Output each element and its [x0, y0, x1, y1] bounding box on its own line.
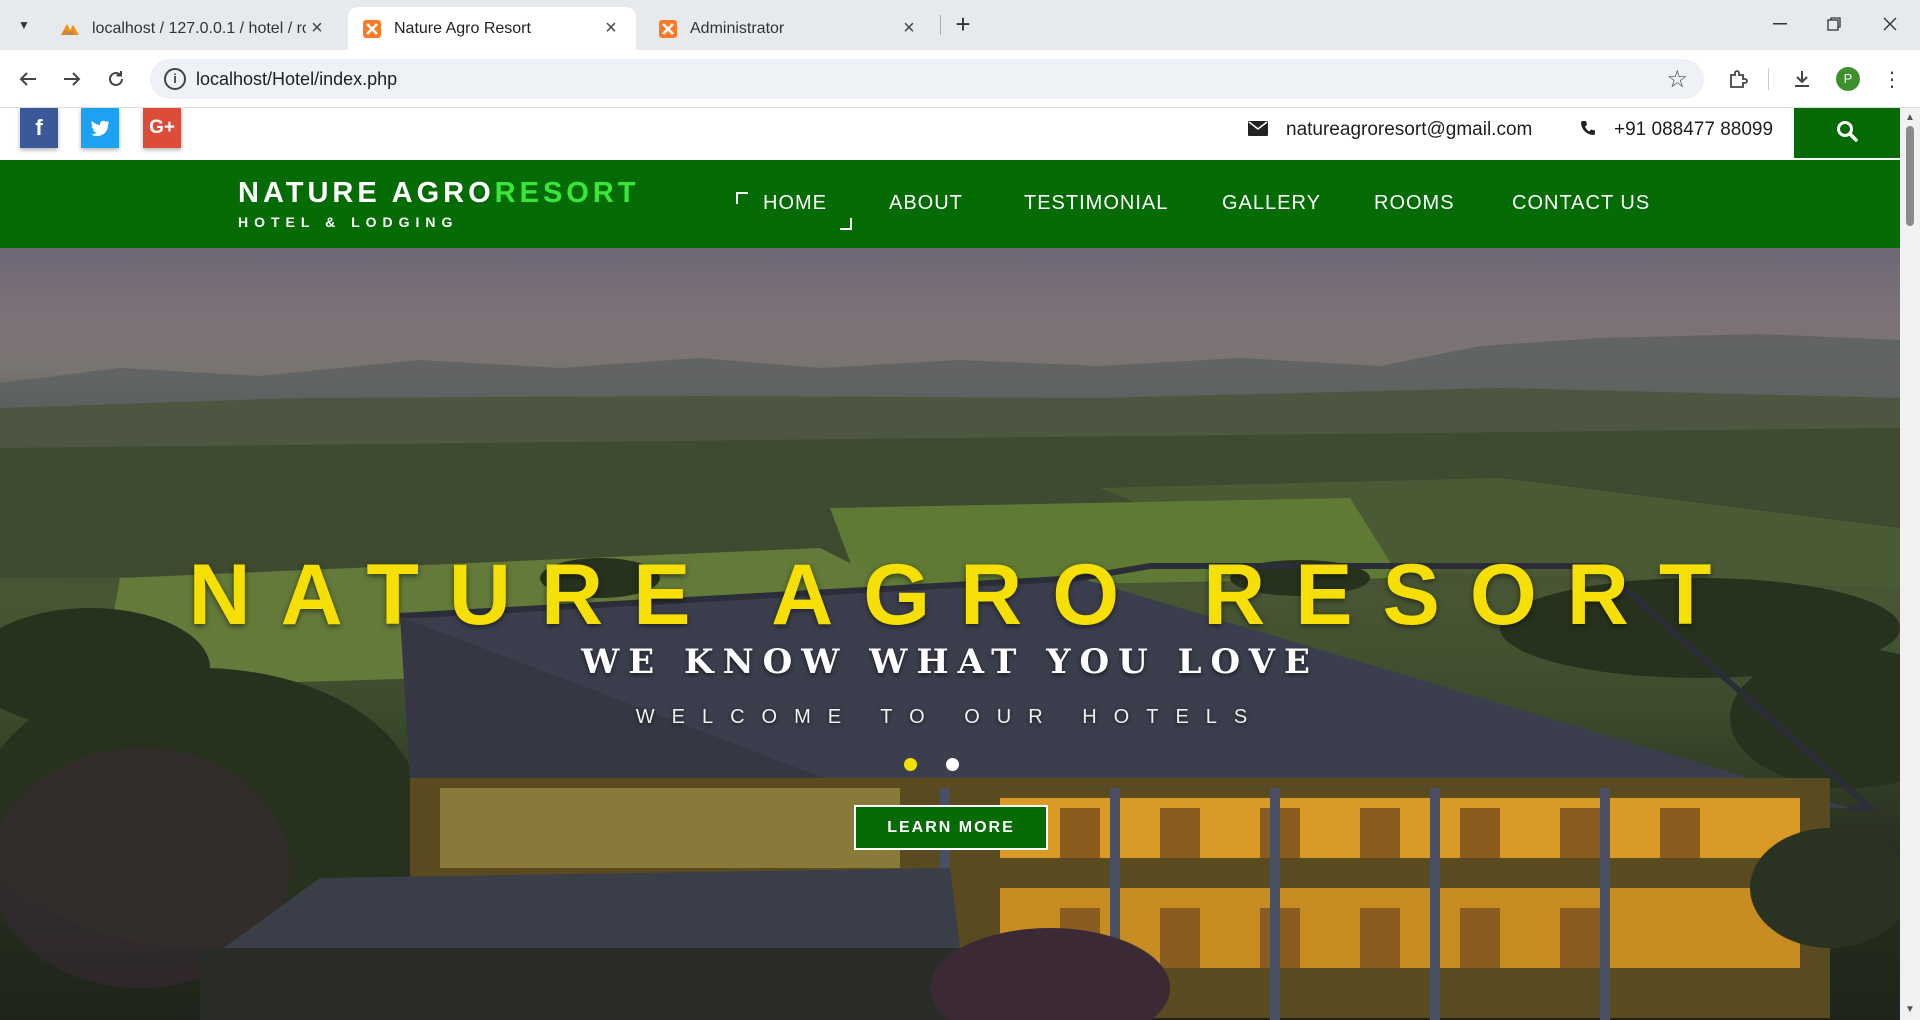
browser-tab-phpmyadmin[interactable]: PMA localhost / 127.0.0.1 / hotel / ro × — [46, 7, 342, 50]
slider-dot-1[interactable] — [904, 758, 917, 771]
nav-rooms[interactable]: ROOMS — [1374, 192, 1455, 215]
restore-window-icon[interactable] — [1806, 8, 1862, 40]
hero-subtitle: WE KNOW WHAT YOU LOVE — [581, 642, 1319, 682]
scrollbar-thumb[interactable] — [1906, 126, 1914, 226]
phone-icon — [1580, 120, 1596, 141]
google-plus-icon[interactable]: G+ — [143, 108, 181, 148]
active-menu-corner-bottom-right — [840, 218, 852, 230]
scroll-up-arrow-icon[interactable]: ▲ — [1905, 112, 1915, 123]
hero-slider: NATURE AGRO RESORT WE KNOW WHAT YOU LOVE… — [0, 248, 1900, 1020]
learn-more-button[interactable]: LEARN MORE — [854, 805, 1048, 850]
page-scrollbar[interactable]: ▲ ▼ — [1900, 108, 1920, 1020]
twitter-icon[interactable] — [81, 108, 119, 148]
slider-dot-2[interactable] — [946, 758, 959, 771]
phone-text: +91 088477 88099 — [1614, 119, 1774, 140]
active-menu-corner-top-left — [736, 192, 748, 204]
browser-tab-nature-agro-resort[interactable]: Nature Agro Resort × — [348, 7, 636, 50]
toolbar-divider — [1768, 68, 1769, 90]
extensions-puzzle-icon[interactable] — [1722, 63, 1754, 95]
minimize-window-icon[interactable] — [1752, 8, 1808, 40]
xampp-icon — [362, 19, 382, 39]
close-window-icon[interactable] — [1862, 8, 1918, 40]
phpmyadmin-icon: PMA — [60, 19, 80, 39]
svg-text:PMA: PMA — [63, 31, 75, 36]
nav-about[interactable]: ABOUT — [889, 192, 963, 215]
xampp-icon — [658, 19, 678, 39]
nav-gallery[interactable]: GALLERY — [1222, 192, 1321, 215]
brand-tagline: HOTEL & LODGING — [238, 214, 459, 230]
tab-title: Nature Agro Resort — [394, 19, 531, 37]
address-bar[interactable]: i localhost/Hotel/index.php ☆ — [150, 59, 1704, 99]
hero-welcome-text: WELCOME TO OUR HOTELS — [635, 706, 1265, 728]
profile-avatar[interactable]: P — [1836, 67, 1860, 91]
email-text: natureagroresort@gmail.com — [1286, 119, 1533, 140]
top-contact-bar: f G+ natureagroresort@gmail.com +91 0884… — [0, 108, 1900, 160]
nav-testimonial[interactable]: TESTIMONIAL — [1024, 192, 1168, 215]
scroll-down-arrow-icon[interactable]: ▼ — [1905, 1004, 1915, 1015]
new-tab-plus-icon[interactable]: + — [948, 10, 978, 40]
browser-tab-bar: ▼ PMA localhost / 127.0.0.1 / hotel / ro… — [0, 0, 1920, 50]
main-navbar: NATURE AGRORESORT HOTEL & LODGING HOME A… — [0, 160, 1900, 248]
reload-icon[interactable] — [100, 63, 132, 95]
browser-tab-administrator[interactable]: Administrator × — [644, 7, 934, 50]
bookmark-star-icon[interactable]: ☆ — [1666, 65, 1688, 94]
kebab-menu-icon[interactable]: ⋮ — [1876, 63, 1908, 95]
tab-title: localhost / 127.0.0.1 / hotel / ro — [92, 19, 306, 37]
brand-name-part1: NATURE AGRO — [238, 177, 495, 209]
forward-arrow-icon[interactable] — [56, 63, 88, 95]
contact-email[interactable]: natureagroresort@gmail.com — [1248, 119, 1532, 141]
brand-name: NATURE AGRORESORT — [238, 177, 640, 210]
back-arrow-icon[interactable] — [12, 63, 44, 95]
page-viewport: f G+ natureagroresort@gmail.com +91 0884… — [0, 108, 1920, 1020]
close-tab-icon[interactable]: × — [306, 17, 328, 40]
tab-search-chevron-icon[interactable]: ▼ — [10, 12, 38, 38]
envelope-icon — [1248, 120, 1268, 141]
search-button[interactable] — [1794, 108, 1900, 158]
brand-name-part2: RESORT — [494, 177, 640, 209]
nav-contact-us[interactable]: CONTACT US — [1512, 192, 1650, 215]
browser-toolbar: i localhost/Hotel/index.php ☆ ⋮ — [0, 50, 1920, 108]
site-info-icon[interactable]: i — [164, 68, 186, 90]
site-logo[interactable]: NATURE AGRORESORT HOTEL & LODGING — [238, 177, 640, 230]
facebook-icon[interactable]: f — [20, 108, 58, 148]
contact-phone[interactable]: +91 088477 88099 — [1580, 119, 1773, 141]
search-icon — [1836, 120, 1858, 147]
tab-divider — [940, 15, 941, 35]
url-text[interactable]: localhost/Hotel/index.php — [196, 69, 397, 90]
nav-home[interactable]: HOME — [763, 192, 827, 215]
close-tab-icon[interactable]: × — [898, 17, 920, 40]
download-icon[interactable] — [1786, 63, 1818, 95]
close-tab-icon[interactable]: × — [600, 17, 622, 40]
hero-title: NATURE AGRO RESORT — [188, 547, 1742, 643]
tab-title: Administrator — [690, 19, 785, 37]
